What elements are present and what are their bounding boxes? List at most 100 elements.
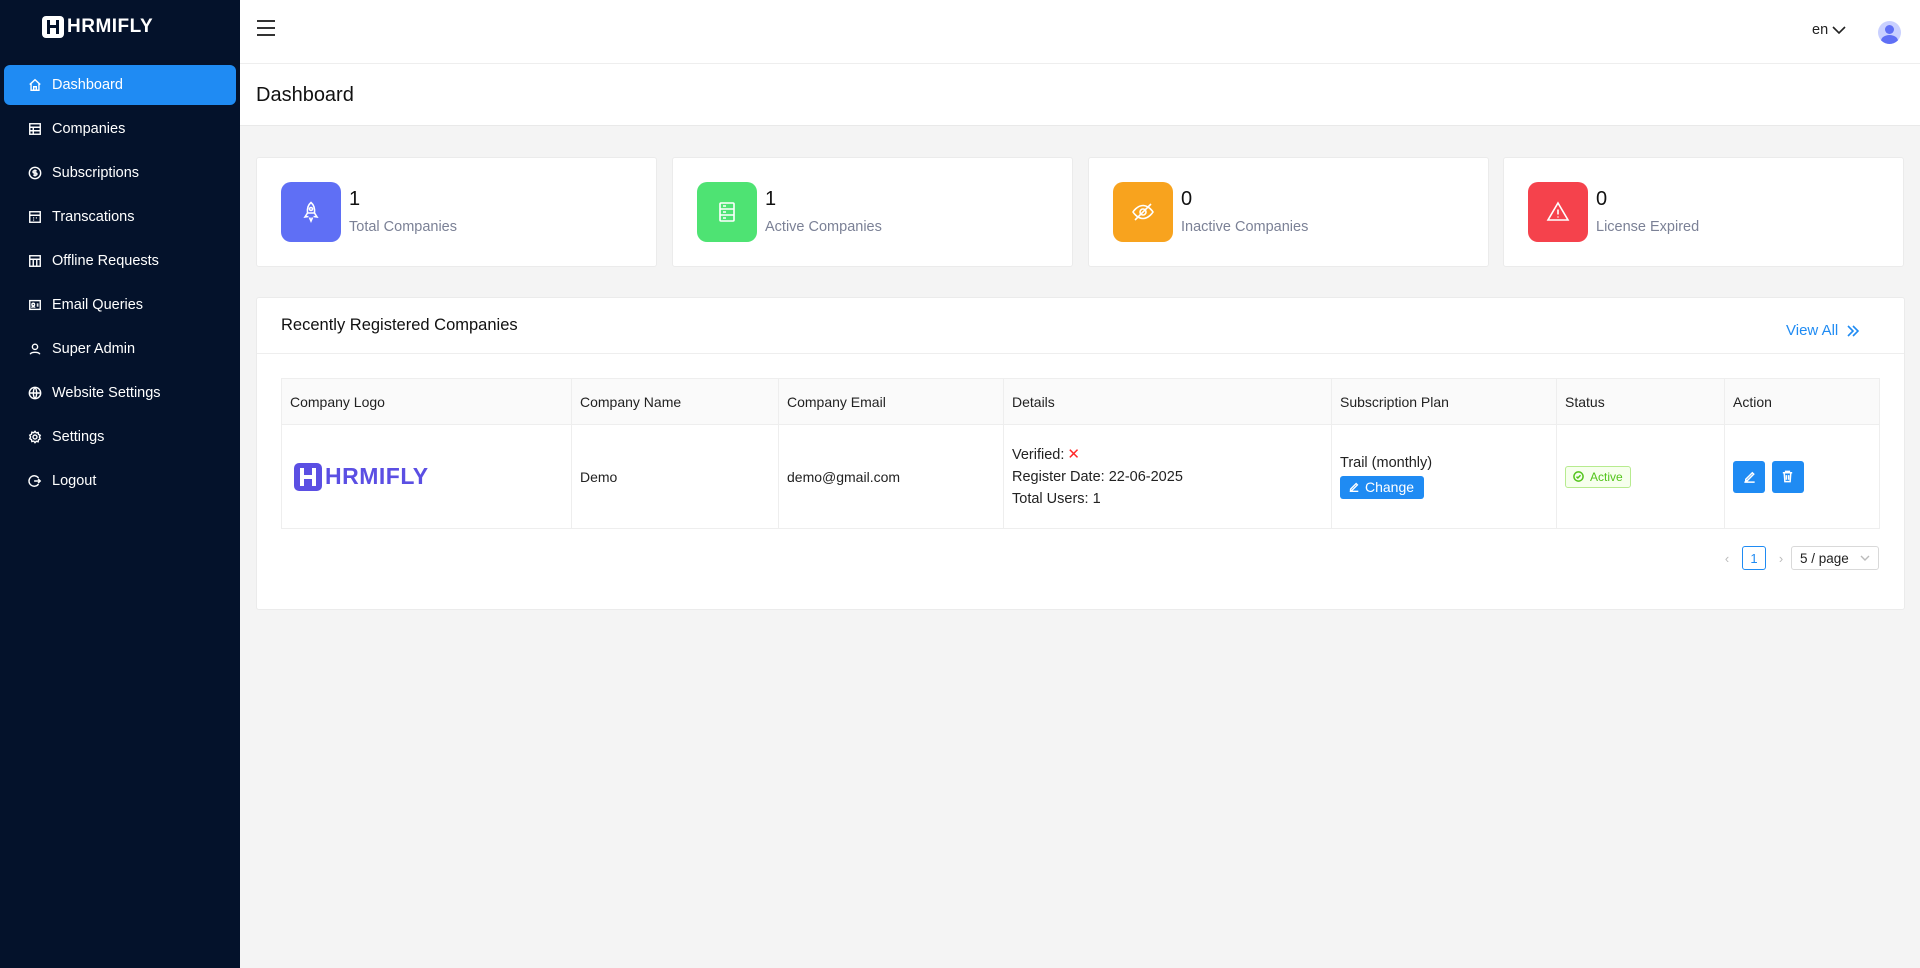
status-label: Active (1590, 469, 1623, 484)
brand-mark-icon (42, 16, 64, 38)
stat-value: 0 (1181, 188, 1193, 210)
chevron-down-icon (1832, 26, 1846, 35)
delete-button[interactable] (1771, 460, 1804, 493)
column-header: Action (1724, 378, 1880, 425)
panel-header: Recently Registered Companies View All (257, 298, 1904, 354)
eye-off-icon (1113, 182, 1173, 242)
column-header: Company Logo (281, 378, 572, 425)
sidebar-item-settings[interactable]: Settings (4, 417, 236, 457)
status-cell: Active (1556, 424, 1725, 529)
gear-icon (28, 430, 42, 444)
sidebar-item-email-queries[interactable]: Email Queries (4, 285, 236, 325)
home-icon (28, 78, 42, 92)
action-cell (1724, 424, 1880, 529)
view-all-label: View All (1786, 322, 1839, 339)
rocket-icon (281, 182, 341, 242)
verified-label: Verified: (1012, 446, 1065, 463)
company-name: Demo (571, 424, 779, 529)
globe-icon (28, 386, 42, 400)
table-header-row: Company Logo Company Name Company Email … (281, 378, 1880, 425)
sidebar-item-label: Settings (52, 429, 105, 445)
stat-value: 1 (765, 188, 777, 210)
column-header: Company Name (571, 378, 779, 425)
sidebar-item-label: Offline Requests (52, 253, 159, 269)
dollar-icon (28, 166, 42, 180)
companies-table: Company Logo Company Name Company Email … (281, 378, 1880, 529)
change-plan-button[interactable]: Change (1340, 475, 1425, 499)
column-header: Company Email (778, 378, 1004, 425)
sidebar-item-label: Companies (52, 121, 126, 137)
page-size-select[interactable]: 5 / page (1791, 546, 1879, 570)
stat-value: 0 (1596, 188, 1608, 210)
stat-card-license-expired: 0 License Expired (1503, 157, 1904, 267)
company-logo-cell: HRMIFLY (281, 424, 572, 529)
server-icon (697, 182, 757, 242)
mail-icon (28, 298, 42, 312)
close-icon: ✕ (1067, 445, 1080, 463)
company-email: demo@gmail.com (778, 424, 1004, 529)
subscription-plan-cell: Trail (monthly) Change (1331, 424, 1557, 529)
sidebar-item-label: Logout (52, 473, 97, 489)
sidebar: HRMIFLY Dashboard Companies Subscription… (0, 0, 240, 968)
edit-icon (1349, 482, 1359, 492)
menu-toggle-icon[interactable] (257, 20, 275, 36)
company-logo-mark-icon (294, 462, 322, 491)
sidebar-item-offline-requests[interactable]: Offline Requests (4, 241, 236, 281)
sidebar-item-logout[interactable]: Logout (4, 461, 236, 501)
sidebar-item-subscriptions[interactable]: Subscriptions (4, 153, 236, 193)
warning-icon (1528, 182, 1588, 242)
calendar-icon (28, 210, 42, 224)
page-header: Dashboard (240, 64, 1920, 126)
column-header: Subscription Plan (1331, 378, 1557, 425)
plan-name: Trail (monthly) (1340, 454, 1433, 471)
view-all-link[interactable]: View All (1786, 322, 1860, 339)
stat-label: License Expired (1596, 219, 1700, 235)
user-icon (28, 342, 42, 356)
column-header: Details (1003, 378, 1332, 425)
page-title: Dashboard (256, 84, 354, 106)
total-users: Total Users: 1 (1012, 490, 1101, 507)
page-size-label: 5 / page (1800, 550, 1849, 566)
sidebar-item-label: Super Admin (52, 341, 136, 357)
language-selector[interactable]: en (1812, 22, 1846, 38)
avatar[interactable] (1878, 21, 1901, 44)
sidebar-item-dashboard[interactable]: Dashboard (4, 65, 236, 105)
chevron-left-icon[interactable]: ‹ (1720, 551, 1734, 566)
table-row: HRMIFLY Demo demo@gmail.com Verified: ✕ R… (281, 424, 1880, 529)
company-logo: HRMIFLY (290, 462, 571, 491)
company-logo-text: HRMIFLY (325, 463, 429, 489)
trash-icon (1783, 470, 1793, 483)
company-details: Verified: ✕ Register Date: 22-06-2025 Tot… (1003, 424, 1332, 529)
sidebar-nav: Dashboard Companies Subscriptions Transc… (4, 65, 236, 505)
page-number-current[interactable]: 1 (1742, 546, 1766, 570)
change-label: Change (1365, 479, 1415, 495)
column-header: Status (1556, 378, 1725, 425)
register-date: Register Date: 22-06-2025 (1012, 468, 1183, 485)
chevron-right-icon[interactable]: › (1774, 551, 1788, 566)
calendar-icon (28, 254, 42, 268)
stat-label: Total Companies (349, 219, 457, 235)
recent-companies-panel: Recently Registered Companies View All C… (256, 297, 1905, 610)
edit-button[interactable] (1733, 460, 1765, 493)
sidebar-item-transcations[interactable]: Transcations (4, 197, 236, 237)
sidebar-item-website-settings[interactable]: Website Settings (4, 373, 236, 413)
stat-value: 1 (349, 188, 361, 210)
sidebar-item-label: Email Queries (52, 297, 144, 313)
sidebar-item-label: Dashboard (52, 77, 123, 93)
brand-logo[interactable]: HRMIFLY (42, 16, 153, 38)
brand-name: HRMIFLY (67, 16, 154, 37)
sidebar-item-companies[interactable]: Companies (4, 109, 236, 149)
sidebar-item-label: Transcations (52, 209, 135, 225)
pagination: ‹ 1 › (1720, 546, 1788, 570)
stat-card-total-companies: 1 Total Companies (256, 157, 657, 267)
logout-icon (28, 474, 42, 488)
sidebar-item-label: Website Settings (52, 385, 161, 401)
double-chevron-right-icon (1847, 324, 1860, 337)
stat-label: Active Companies (765, 219, 882, 235)
sidebar-item-label: Subscriptions (52, 165, 140, 181)
sidebar-item-super-admin[interactable]: Super Admin (4, 329, 236, 369)
stat-card-inactive-companies: 0 Inactive Companies (1088, 157, 1489, 267)
language-label: en (1812, 22, 1829, 38)
edit-icon (1743, 471, 1755, 483)
top-bar: en (240, 0, 1920, 64)
